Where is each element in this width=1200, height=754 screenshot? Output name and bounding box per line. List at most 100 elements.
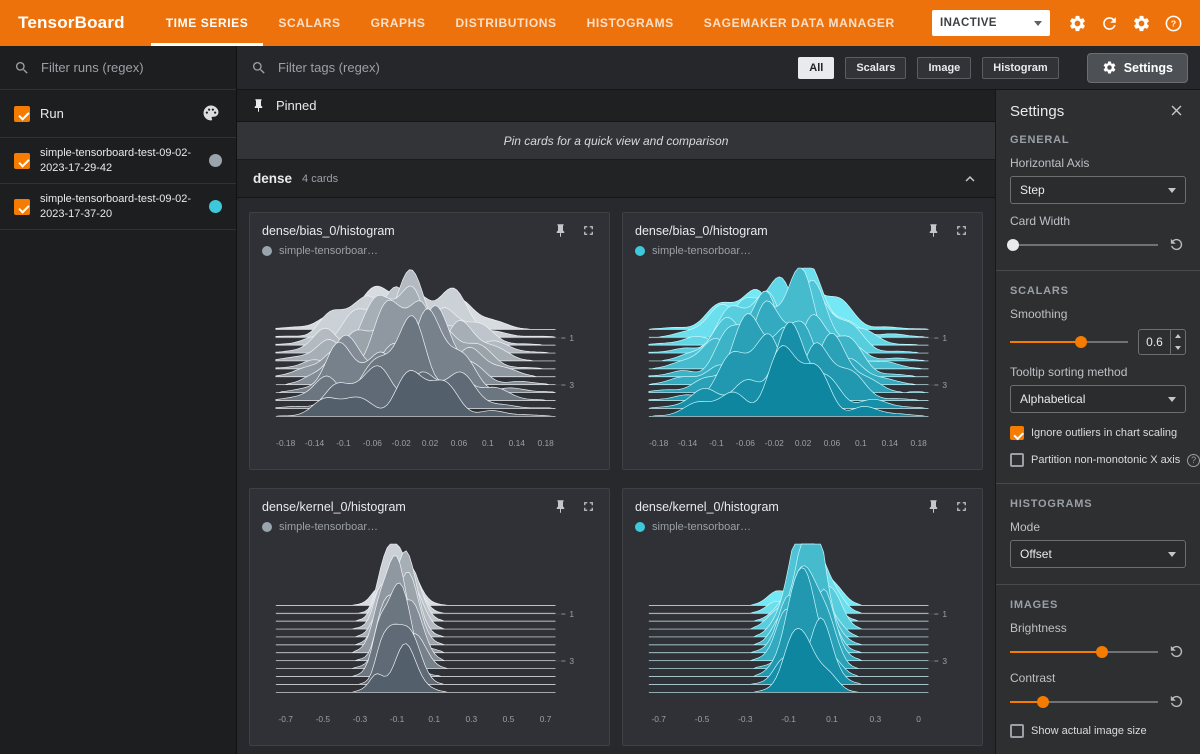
smoothing-number-input[interactable]: 0.6 xyxy=(1138,329,1186,355)
fullscreen-card-button[interactable] xyxy=(581,499,597,515)
svg-text:-0.02: -0.02 xyxy=(765,438,784,448)
header-actions: ? xyxy=(1066,0,1200,46)
svg-text:0.02: 0.02 xyxy=(422,438,439,448)
runs-filter-input[interactable] xyxy=(39,59,222,76)
tab-distributions[interactable]: DISTRIBUTIONS xyxy=(441,0,572,46)
histogram-mode-select[interactable]: Offset xyxy=(1010,540,1186,568)
section-heading-histograms: HISTOGRAMS xyxy=(1010,498,1093,510)
svg-text:0.5: 0.5 xyxy=(503,714,515,724)
card-width-slider[interactable] xyxy=(1006,238,1158,252)
pin-card-button[interactable] xyxy=(926,499,942,515)
run-select-all-checkbox[interactable] xyxy=(14,105,30,122)
tab-sagemaker-data-manager[interactable]: SAGEMAKER DATA MANAGER xyxy=(689,0,910,46)
svg-text:0.14: 0.14 xyxy=(882,438,899,448)
svg-text:-0.1: -0.1 xyxy=(336,438,351,448)
slider-knob[interactable] xyxy=(1006,239,1019,251)
histogram-chart[interactable]: 1 3 -0.18 -0.14 -0.1 -0.06 -0.02 0.02 0.06 0.1 0.1… xyxy=(635,259,970,457)
svg-text:3: 3 xyxy=(569,656,574,666)
search-icon xyxy=(16,61,28,74)
run-row[interactable]: simple-tensorboard-test-09-02-2023-17-37… xyxy=(0,184,236,230)
tags-filter-input[interactable] xyxy=(276,59,788,76)
brightness-slider[interactable] xyxy=(1010,645,1158,659)
runs-filter xyxy=(0,46,236,90)
filter-chip-histogram[interactable]: Histogram xyxy=(982,56,1059,79)
stepper-up-button[interactable] xyxy=(1171,330,1185,342)
filter-chip-scalars[interactable]: Scalars xyxy=(845,56,907,79)
pin-card-button[interactable] xyxy=(926,223,942,239)
settings-panel: Settings GENERAL Horizontal Axis Step Ca… xyxy=(995,90,1200,754)
tab-graphs[interactable]: GRAPHS xyxy=(356,0,441,46)
reload-settings-icon[interactable] xyxy=(1066,12,1088,34)
section-heading-general: GENERAL xyxy=(1010,134,1070,146)
histogram-mode-value: Offset xyxy=(1020,547,1052,561)
fullscreen-card-button[interactable] xyxy=(954,223,970,239)
run-checkbox[interactable] xyxy=(14,198,30,215)
show-actual-size-row: Show actual image size xyxy=(1010,724,1186,738)
tag-group-name: dense xyxy=(253,171,293,186)
fullscreen-card-button[interactable] xyxy=(954,499,970,515)
tab-scalars[interactable]: SCALARS xyxy=(263,0,355,46)
reset-contrast-icon[interactable] xyxy=(1168,693,1186,711)
run-color-dot xyxy=(262,522,272,532)
pin-card-button[interactable] xyxy=(553,499,569,515)
stepper-down-button[interactable] xyxy=(1171,342,1185,354)
pinned-section-header: Pinned xyxy=(237,90,995,122)
pinned-hint-text: Pin cards for a quick view and compariso… xyxy=(503,133,729,148)
svg-text:-0.3: -0.3 xyxy=(738,714,753,724)
svg-text:-0.1: -0.1 xyxy=(390,714,405,724)
settings-gear-icon[interactable] xyxy=(1130,12,1152,34)
svg-text:-0.1: -0.1 xyxy=(781,714,796,724)
help-icon[interactable]: ? xyxy=(1162,12,1184,34)
svg-text:3: 3 xyxy=(942,656,947,666)
tab-histograms[interactable]: HISTOGRAMS xyxy=(572,0,689,46)
ignore-outliers-checkbox[interactable] xyxy=(1010,426,1024,440)
slider-knob[interactable] xyxy=(1036,696,1049,708)
run-status-dropdown[interactable]: INACTIVE xyxy=(932,10,1050,36)
histogram-chart[interactable]: 1 3 -0.18 -0.14 -0.1 -0.06 -0.02 0.02 0.06 0.1 0.1… xyxy=(262,259,597,457)
tag-group-header-dense[interactable]: dense 4 cards xyxy=(237,160,995,198)
card-width-label: Card Width xyxy=(1010,214,1071,228)
pin-card-button[interactable] xyxy=(553,223,569,239)
slider-knob[interactable] xyxy=(1095,646,1108,658)
horizontal-axis-select[interactable]: Step xyxy=(1010,176,1186,204)
contrast-slider[interactable] xyxy=(1010,695,1158,709)
app-header: TensorBoard TIME SERIES SCALARS GRAPHS D… xyxy=(0,0,1200,46)
gear-icon xyxy=(1103,61,1116,74)
section-heading-scalars: SCALARS xyxy=(1010,285,1069,297)
reset-brightness-icon[interactable] xyxy=(1168,643,1186,661)
close-icon[interactable] xyxy=(1168,102,1186,120)
svg-text:-0.7: -0.7 xyxy=(651,714,666,724)
run-row[interactable]: simple-tensorboard-test-09-02-2023-17-29… xyxy=(0,138,236,184)
smoothing-slider[interactable] xyxy=(1010,335,1128,349)
tab-time-series[interactable]: TIME SERIES xyxy=(151,0,264,46)
app-logo: TensorBoard xyxy=(18,13,125,32)
histogram-chart[interactable]: 1 3 -0.7 -0.5 -0.3 -0.1 0.1 0.3 0.5 0.7 xyxy=(262,535,597,733)
histogram-card-kernel-run2: dense/kernel_0/histogram simple-tensorbo… xyxy=(622,488,983,746)
filter-chip-all[interactable]: All xyxy=(798,56,835,79)
show-actual-size-checkbox[interactable] xyxy=(1010,724,1024,738)
svg-text:0.1: 0.1 xyxy=(826,714,838,724)
svg-text:0.06: 0.06 xyxy=(451,438,468,448)
reset-card-width-icon[interactable] xyxy=(1168,236,1186,254)
histogram-chart[interactable]: 1 3 -0.7 -0.5 -0.3 -0.1 0.1 0.3 0 xyxy=(635,535,970,733)
tooltip-sort-value: Alphabetical xyxy=(1020,392,1086,406)
ignore-outliers-row: Ignore outliers in chart scaling xyxy=(1010,426,1186,440)
palette-icon[interactable] xyxy=(202,104,222,124)
partition-x-checkbox[interactable] xyxy=(1010,453,1024,467)
tooltip-sort-select[interactable]: Alphabetical xyxy=(1010,385,1186,413)
svg-text:0: 0 xyxy=(916,714,921,724)
run-label: simple-tensorboard-test-09-02-2023-17-29… xyxy=(40,146,192,174)
slider-knob[interactable] xyxy=(1074,336,1087,348)
contrast-label: Contrast xyxy=(1010,671,1056,685)
filter-chip-image[interactable]: Image xyxy=(917,56,972,79)
help-icon[interactable]: ? xyxy=(1187,453,1200,467)
fullscreen-card-button[interactable] xyxy=(581,223,597,239)
chevron-down-icon xyxy=(1168,187,1176,193)
refresh-icon[interactable] xyxy=(1098,12,1120,34)
run-checkbox[interactable] xyxy=(14,152,30,169)
card-legend: simple-tensorboar… xyxy=(635,521,970,533)
runs-sidebar: Run simple-tensorboard-test-09-02-2023-1… xyxy=(0,46,237,754)
run-color-dot xyxy=(635,522,645,532)
settings-button[interactable]: Settings xyxy=(1086,52,1188,83)
section-heading-images: IMAGES xyxy=(1010,599,1059,611)
